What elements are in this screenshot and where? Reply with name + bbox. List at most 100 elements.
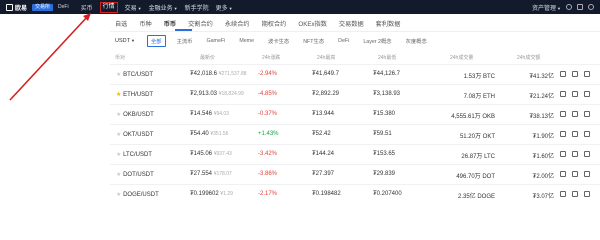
primary-tabs: 自选 币种 币币 交割合约 永续合约 期权合约 OKEx指数 交易数据 套利数据 xyxy=(115,17,412,30)
globe-icon[interactable] xyxy=(588,4,594,10)
trade-icon[interactable] xyxy=(560,91,566,97)
change-24h: -3.86% xyxy=(258,171,278,177)
table-row[interactable]: ★ LTC/USDT ₮145.06 ¥937.43 -3.42% ₮144.24 ₮1… xyxy=(110,144,600,165)
low-24h: ₮3,138.93 xyxy=(373,91,401,97)
volume-24h: 26.87万 LTC xyxy=(461,154,495,160)
table-row[interactable]: ★ ETH/USDT ₮2,913.03 ¥18,824.99 -4.85% ₮2,8… xyxy=(110,84,600,105)
pair-name[interactable]: DOT/USDT xyxy=(123,172,154,178)
favorite-star-icon[interactable]: ★ xyxy=(116,72,121,78)
chart-icon[interactable] xyxy=(572,171,578,177)
header-amount[interactable]: 24h成交额 xyxy=(517,54,540,61)
mode-tab-exchange[interactable]: 交易所 xyxy=(32,3,54,11)
change-24h: -0.37% xyxy=(258,111,278,117)
chart-icon[interactable] xyxy=(572,91,578,97)
nav-finance[interactable]: 金融业务▼ xyxy=(149,3,178,12)
alert-icon[interactable] xyxy=(584,151,590,157)
last-price-cell: ₮42,018.6 ¥271,537.88 xyxy=(190,71,247,77)
chart-icon[interactable] xyxy=(572,131,578,137)
chart-icon[interactable] xyxy=(572,151,578,157)
trade-icon[interactable] xyxy=(560,151,566,157)
top-nav-bar: 欧易 交易所 DeFi 买币 行情 交易▼ 金融业务▼ 新手学院 更多▼ 资产管… xyxy=(0,0,600,14)
favorite-star-icon[interactable]: ★ xyxy=(116,112,121,118)
tab-spot[interactable]: 币币 xyxy=(164,19,176,28)
tab-options[interactable]: 期权合约 xyxy=(262,19,287,28)
nav-buy-crypto[interactable]: 买币 xyxy=(81,3,93,12)
change-24h: -3.42% xyxy=(258,151,278,157)
chart-icon[interactable] xyxy=(572,71,578,77)
trade-icon[interactable] xyxy=(560,111,566,117)
favorite-star-icon[interactable]: ★ xyxy=(116,172,121,178)
user-icon[interactable] xyxy=(566,4,572,10)
filter-grayscale[interactable]: 灰度概念 xyxy=(403,36,430,46)
trade-icon[interactable] xyxy=(560,131,566,137)
chart-icon[interactable] xyxy=(572,191,578,197)
header-price[interactable]: 最新价 xyxy=(200,54,215,61)
filter-all[interactable]: 全部 xyxy=(146,35,166,47)
table-row[interactable]: ★ DOT/USDT ₮27.554 ¥178.07 -3.86% ₮27.397 ₮2… xyxy=(110,164,600,185)
table-row[interactable]: ★ OKT/USDT ₮54.40 ¥351.56 +1.43% ₮52.42 ₮59.… xyxy=(110,124,600,145)
tab-arbitrage-data[interactable]: 套利数据 xyxy=(376,19,401,28)
favorite-star-icon[interactable]: ★ xyxy=(116,192,121,198)
tab-perpetual[interactable]: 永续合约 xyxy=(225,19,250,28)
low-24h: ₮15.380 xyxy=(373,111,396,117)
pair-name[interactable]: DOGE/USDT xyxy=(123,192,159,198)
favorite-star-icon[interactable]: ★ xyxy=(116,92,121,98)
last-price: ₮42,018.6 xyxy=(190,71,218,77)
download-icon[interactable] xyxy=(577,4,583,10)
alert-icon[interactable] xyxy=(584,191,590,197)
pair-name[interactable]: ETH/USDT xyxy=(123,92,153,98)
high-24h: ₮0.198482 xyxy=(312,191,341,197)
price-cny: ¥1.29 xyxy=(220,191,233,197)
favorite-star-icon[interactable]: ★ xyxy=(116,152,121,158)
header-low[interactable]: 24h最低 xyxy=(378,54,396,61)
pair-name[interactable]: OKT/USDT xyxy=(123,132,153,138)
amount-24h: ₮2.00亿 xyxy=(532,174,554,180)
filter-defi[interactable]: DeFi xyxy=(335,37,352,45)
tab-trading-data[interactable]: 交易数据 xyxy=(339,19,364,28)
tab-coins[interactable]: 币种 xyxy=(139,19,151,28)
chevron-down-icon: ▼ xyxy=(137,5,142,11)
tab-index[interactable]: OKEx指数 xyxy=(298,19,327,28)
nav-academy[interactable]: 新手学院 xyxy=(185,3,209,12)
chart-icon[interactable] xyxy=(572,111,578,117)
filter-nft[interactable]: NFT生态 xyxy=(300,36,327,46)
nav-trade[interactable]: 交易▼ xyxy=(125,3,142,12)
filter-mainstream[interactable]: 主流币 xyxy=(174,36,196,46)
quote-currency-select[interactable]: USDT▼ xyxy=(115,38,135,44)
favorite-star-icon[interactable]: ★ xyxy=(116,132,121,138)
header-volume[interactable]: 24h成交量 xyxy=(450,54,473,61)
pair-name[interactable]: LTC/USDT xyxy=(123,152,152,158)
trade-icon[interactable] xyxy=(560,171,566,177)
volume-24h: 496.70万 DOT xyxy=(456,174,495,180)
pair-name[interactable]: BTC/USDT xyxy=(123,72,153,78)
filter-meme[interactable]: Meme xyxy=(236,37,257,45)
header-high[interactable]: 24h最高 xyxy=(317,54,335,61)
logo[interactable]: 欧易 xyxy=(6,3,32,12)
filter-gamefi[interactable]: GameFi xyxy=(203,37,228,45)
alert-icon[interactable] xyxy=(584,111,590,117)
alert-icon[interactable] xyxy=(584,71,590,77)
trade-icon[interactable] xyxy=(560,71,566,77)
logo-icon xyxy=(6,3,13,11)
table-row[interactable]: ★ OKB/USDT ₮14.546 ¥94.03 -0.37% ₮13.944 ₮15… xyxy=(110,104,600,125)
trade-icon[interactable] xyxy=(560,191,566,197)
filter-polkadot[interactable]: 波卡生态 xyxy=(265,36,292,46)
change-24h: -4.85% xyxy=(258,91,278,97)
tab-favorites[interactable]: 自选 xyxy=(115,19,127,28)
mode-tab-defi[interactable]: DeFi xyxy=(55,4,72,11)
filter-layer2[interactable]: Layer 2概念 xyxy=(360,36,394,46)
header-change[interactable]: 24h涨跌 xyxy=(262,54,280,61)
price-cny: ¥351.56 xyxy=(210,131,229,137)
asset-manage-link[interactable]: 资产管理▼ xyxy=(532,3,561,12)
alert-icon[interactable] xyxy=(584,131,590,137)
high-24h: ₮144.24 xyxy=(312,151,335,157)
table-row[interactable]: ★ DOGE/USDT ₮0.199602 ¥1.29 -2.17% ₮0.19848… xyxy=(110,184,600,205)
nav-markets[interactable]: 行情 xyxy=(99,1,118,13)
pair-name[interactable]: OKB/USDT xyxy=(123,112,154,118)
alert-icon[interactable] xyxy=(584,171,590,177)
alert-icon[interactable] xyxy=(584,91,590,97)
table-row[interactable]: ★ BTC/USDT ₮42,018.6 ¥271,537.88 -2.94% ₮41… xyxy=(110,64,600,85)
tab-futures[interactable]: 交割合约 xyxy=(188,19,213,28)
chevron-down-icon: ▼ xyxy=(228,5,233,11)
nav-more[interactable]: 更多▼ xyxy=(216,3,233,12)
